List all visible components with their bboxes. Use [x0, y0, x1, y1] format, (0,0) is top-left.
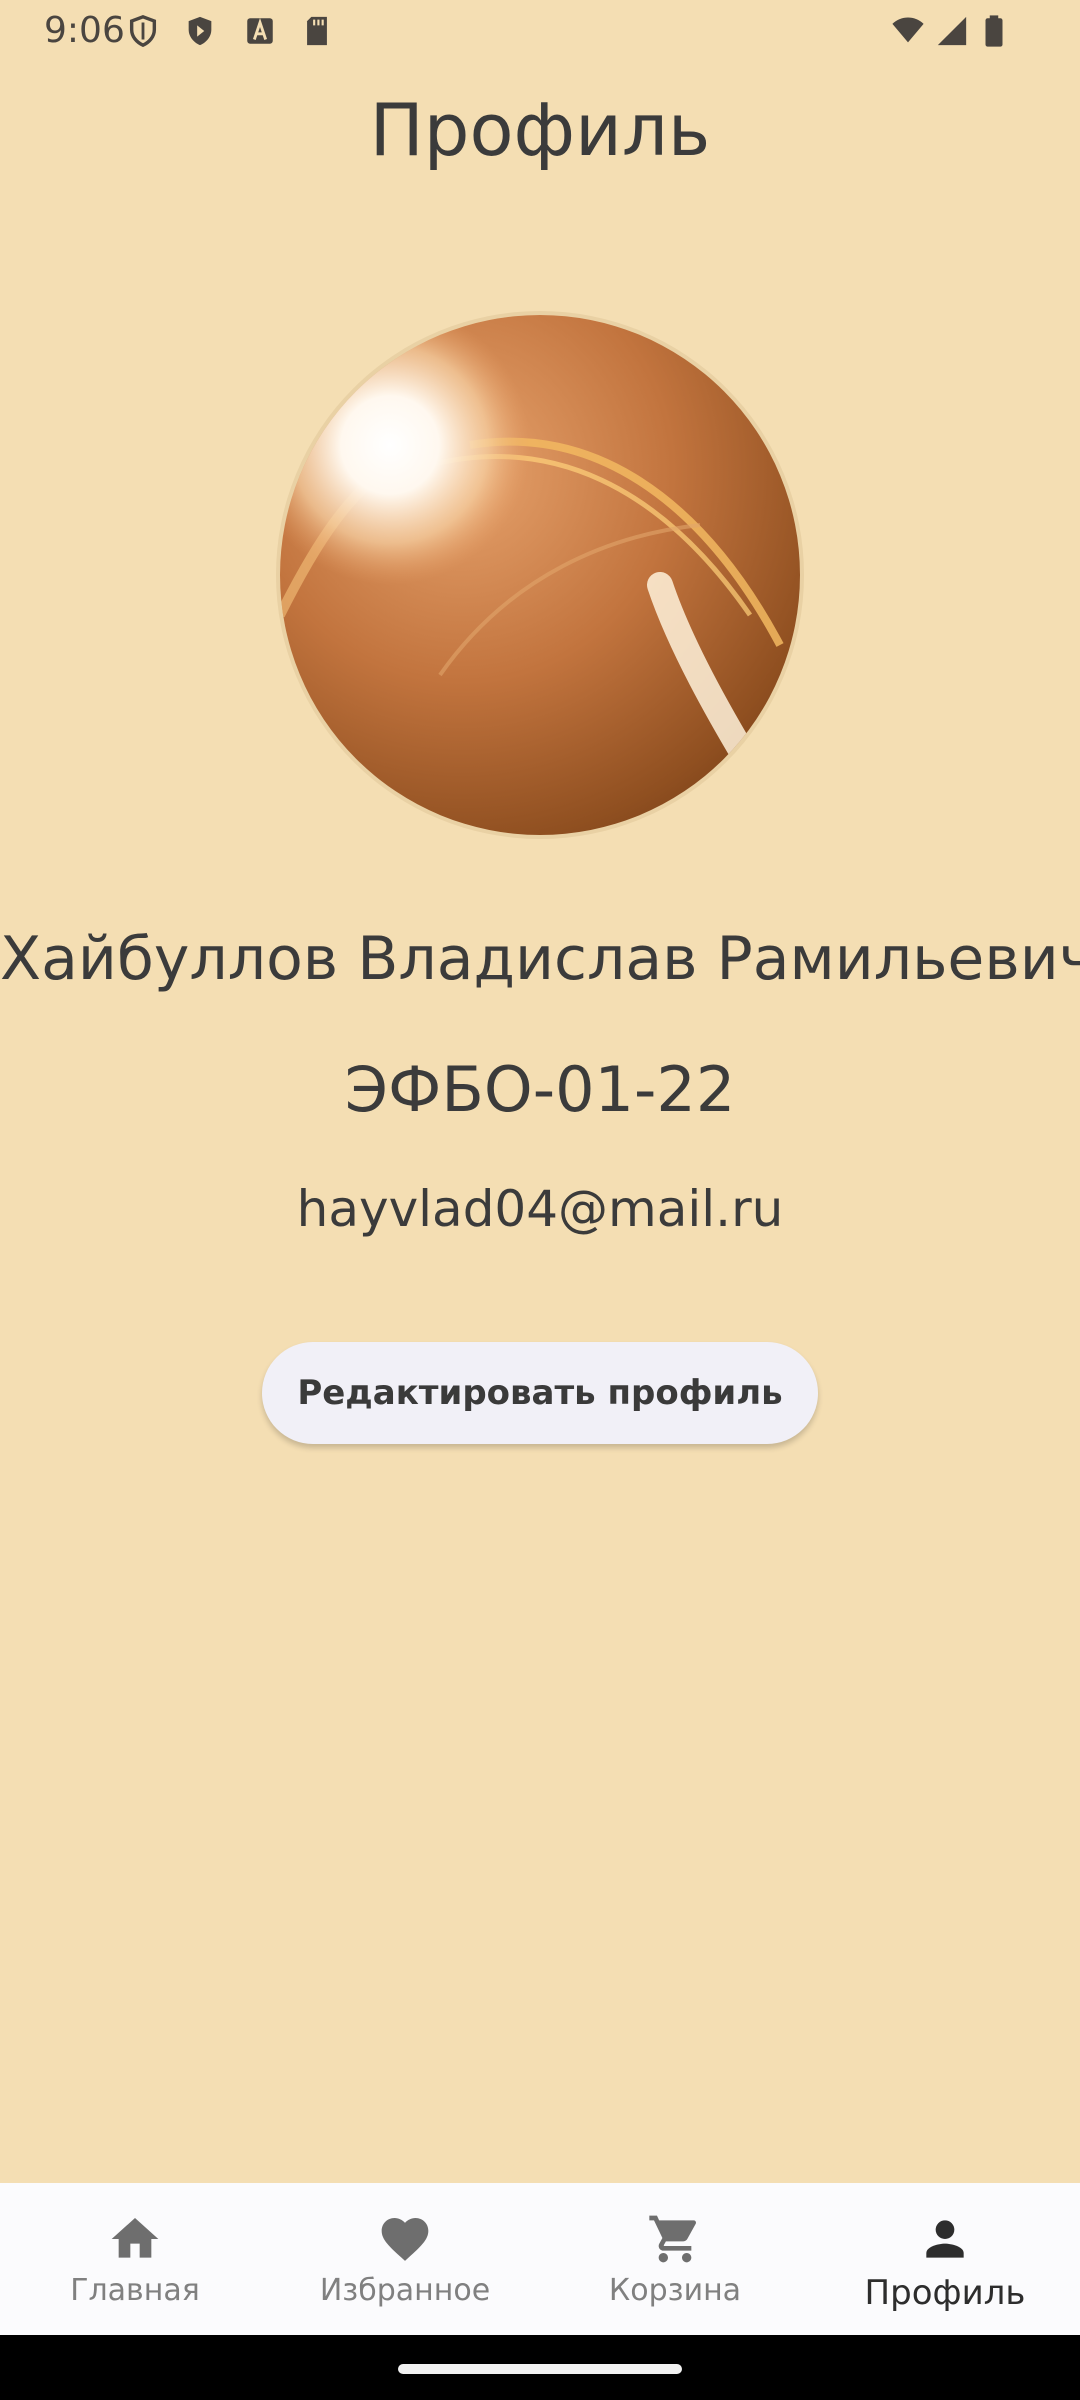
status-bar: 9:06 — [0, 0, 1080, 62]
bottom-nav: Главная Избранное Корзина Профиль — [0, 2183, 1080, 2335]
avatar[interactable] — [280, 315, 800, 835]
profile-screen: 9:06 Профиль Хайбуллов Владислав Рамилье… — [0, 0, 1080, 2400]
shield-outline-icon — [126, 14, 160, 48]
full-name: Хайбуллов Владислав Рамильевич — [0, 924, 1080, 994]
person-icon — [917, 2211, 973, 2267]
font-a-icon — [243, 14, 277, 48]
nav-item-cart[interactable]: Корзина — [540, 2183, 810, 2335]
battery-icon — [980, 14, 1008, 48]
nav-item-profile[interactable]: Профиль — [810, 2183, 1080, 2335]
edit-profile-button[interactable]: Редактировать профиль — [262, 1342, 818, 1444]
nav-label-home: Главная — [70, 2273, 200, 2308]
wifi-icon — [888, 14, 928, 48]
nav-label-cart: Корзина — [608, 2273, 742, 2308]
cell-signal-icon — [934, 14, 970, 48]
nav-item-favorites[interactable]: Избранное — [270, 2183, 540, 2335]
page-title: Профиль — [369, 88, 711, 172]
nav-label-profile: Профиль — [864, 2273, 1026, 2313]
home-icon — [107, 2211, 163, 2267]
avatar-image — [280, 315, 800, 835]
status-time: 9:06 — [44, 10, 125, 51]
nav-item-home[interactable]: Главная — [0, 2183, 270, 2335]
gesture-handle[interactable] — [398, 2364, 682, 2374]
group-code: ЭФБО-01-22 — [344, 1053, 736, 1126]
email: hayvlad04@mail.ru — [296, 1180, 784, 1238]
nav-label-favorites: Избранное — [319, 2273, 491, 2308]
sd-card-icon — [300, 14, 334, 48]
heart-icon — [377, 2211, 433, 2267]
cart-icon — [647, 2211, 703, 2267]
shield-play-icon — [183, 14, 217, 48]
